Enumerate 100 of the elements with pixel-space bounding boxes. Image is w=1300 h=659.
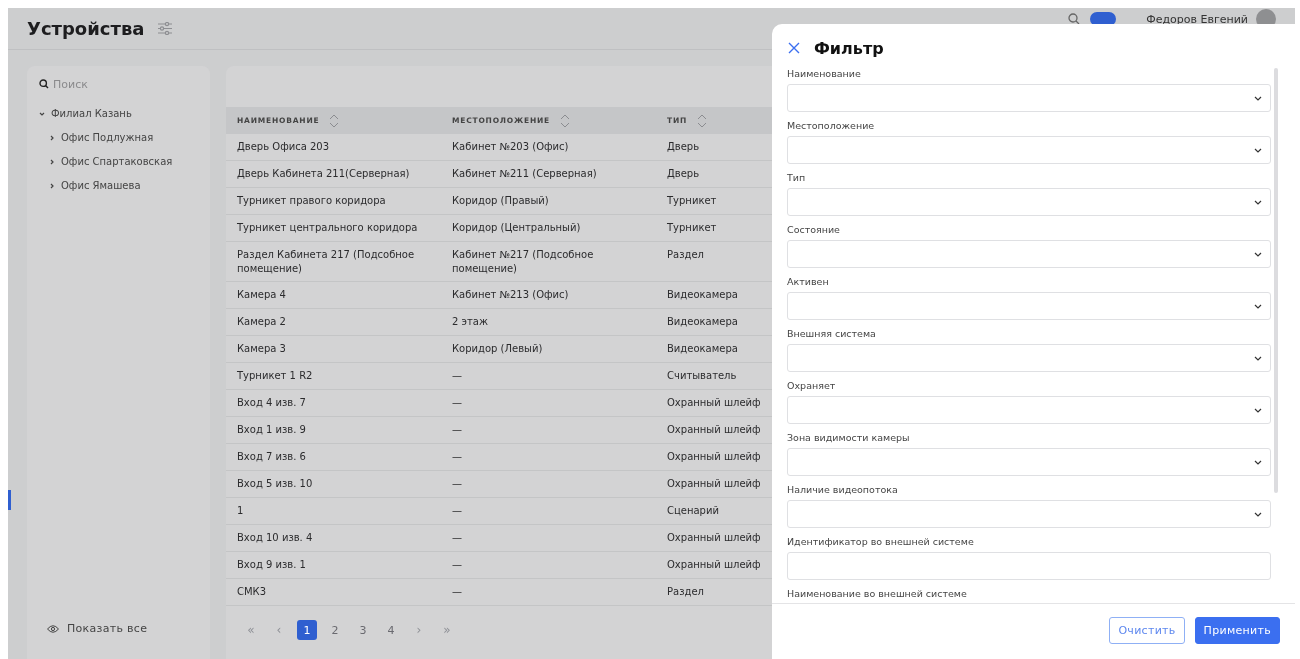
- sort-icon[interactable]: [697, 113, 708, 128]
- chevron-down-icon: [1254, 303, 1262, 309]
- table-cell-text: Камера 4: [236, 288, 287, 302]
- select-field[interactable]: [787, 500, 1271, 528]
- table-cell-text: Вход 9 изв. 1: [236, 558, 307, 572]
- edge-marker: [8, 490, 11, 510]
- table-cell-text: Коридор (Правый): [451, 194, 550, 208]
- table-cell-text: Коридор (Центральный): [451, 221, 582, 235]
- chevron-down-icon: [1254, 459, 1262, 465]
- select-field[interactable]: [787, 188, 1271, 216]
- select-field[interactable]: [787, 344, 1271, 372]
- table-cell-text: Видеокамера: [666, 288, 739, 302]
- select-field[interactable]: [787, 292, 1271, 320]
- table-cell-text: —: [451, 531, 463, 545]
- table-cell-text: Турникет: [666, 194, 718, 208]
- table-cell-text: Вход 1 изв. 9: [236, 423, 307, 437]
- page-button[interactable]: 4: [381, 620, 401, 640]
- tree-item[interactable]: Филиал Казань: [39, 105, 198, 122]
- chevron-down-icon: [1254, 95, 1262, 101]
- table-cell-text: Считыватель: [666, 369, 738, 383]
- input-field[interactable]: [787, 552, 1271, 580]
- page-title: Устройства: [27, 18, 145, 39]
- field-label: Зона видимости камеры: [787, 432, 911, 445]
- table-cell-text: Охранный шлейф: [666, 477, 762, 491]
- chevron-down-icon: [1254, 199, 1262, 205]
- table-cell-text: Дверь: [666, 140, 701, 154]
- table-cell-text: Дверь: [666, 167, 701, 181]
- sliders-icon[interactable]: [158, 22, 173, 35]
- apply-button[interactable]: Применить: [1194, 616, 1280, 644]
- table-cell-text: Охранный шлейф: [666, 396, 762, 410]
- table-cell-text: Охранный шлейф: [666, 531, 762, 545]
- table-cell-text: Кабинет №217 (Подсобное помещение): [451, 248, 595, 276]
- field-label: Тип: [787, 172, 807, 185]
- table-cell-text: Раздел: [666, 248, 705, 262]
- tree-item[interactable]: Офис Спартаковская: [39, 153, 198, 170]
- table-cell-text: Кабинет №203 (Офис): [451, 140, 570, 154]
- table-cell-text: Видеокамера: [666, 315, 739, 329]
- field-label: Идентификатор во внешней системе: [787, 536, 975, 549]
- close-button[interactable]: [788, 41, 802, 56]
- table-cell-text: 1: [236, 504, 245, 518]
- table-cell-text: Вход 5 изв. 10: [236, 477, 314, 491]
- table-cell-text: —: [451, 477, 463, 491]
- sort-icon[interactable]: [329, 113, 340, 128]
- collapsed-caret-icon: [49, 182, 55, 189]
- table-cell-text: 2 этаж: [451, 315, 489, 329]
- table-cell-text: —: [451, 396, 463, 410]
- table-cell-text: СМК3: [236, 585, 268, 599]
- chevron-down-icon: [1254, 511, 1262, 517]
- clear-button[interactable]: Очистить: [1109, 616, 1185, 644]
- table-cell-text: Турникет центрального коридора: [236, 221, 419, 235]
- select-field[interactable]: [787, 240, 1271, 268]
- table-cell-text: Камера 2: [236, 315, 287, 329]
- page-button[interactable]: 3: [353, 620, 373, 640]
- table-cell-text: Турникет правого коридора: [236, 194, 387, 208]
- table-cell-text: Охранный шлейф: [666, 423, 762, 437]
- scrollbar[interactable]: [1274, 68, 1278, 493]
- table-cell-text: —: [451, 504, 463, 518]
- select-field[interactable]: [787, 448, 1271, 476]
- chevron-down-icon: [1254, 251, 1262, 257]
- field-label: Наименование во внешней системе: [787, 588, 968, 601]
- table-cell-text: Раздел: [666, 585, 705, 599]
- table-cell-text: —: [451, 585, 463, 599]
- user-name: Федоров Евгений: [1146, 12, 1248, 26]
- table-cell-text: Вход 4 изв. 7: [236, 396, 307, 410]
- table-cell-text: Вход 7 изв. 6: [236, 450, 307, 464]
- select-field[interactable]: [787, 84, 1271, 112]
- search-field[interactable]: Поиск: [53, 77, 183, 91]
- table-cell-text: Камера 3: [236, 342, 287, 356]
- chevron-down-icon: [1254, 147, 1262, 153]
- chevron-down-icon: [1254, 355, 1262, 361]
- table-cell-text: Турникет 1 R2: [236, 369, 314, 383]
- show-all-button[interactable]: Показать все: [47, 622, 148, 635]
- collapsed-caret-icon: [49, 134, 55, 141]
- page-button[interactable]: 1: [297, 620, 317, 640]
- tree-item[interactable]: Офис Ямашева: [39, 177, 198, 194]
- table-cell-text: —: [451, 369, 463, 383]
- field-label: Охраняет: [787, 380, 837, 393]
- table-cell-text: Вход 10 изв. 4: [236, 531, 314, 545]
- tree-item[interactable]: Офис Подлужная: [39, 129, 198, 146]
- field-label: Внешняя система: [787, 328, 877, 341]
- table-cell-text: Кабинет №211 (Серверная): [451, 167, 598, 181]
- field-label: Наименование: [787, 68, 862, 81]
- search-icon: [39, 79, 49, 89]
- table-cell-text: Турникет: [666, 221, 718, 235]
- expanded-caret-icon: [39, 110, 45, 117]
- collapsed-caret-icon: [49, 158, 55, 165]
- table-cell-text: Охранный шлейф: [666, 450, 762, 464]
- search-icon[interactable]: [1068, 13, 1081, 25]
- table-cell-text: Сценарий: [666, 504, 720, 518]
- drawer-title: Фильтр: [814, 39, 884, 58]
- page-button[interactable]: 2: [325, 620, 345, 640]
- select-field[interactable]: [787, 396, 1271, 424]
- sort-icon[interactable]: [560, 113, 571, 128]
- table-cell-text: Охранный шлейф: [666, 558, 762, 572]
- table-cell-text: Коридор (Левый): [451, 342, 544, 356]
- select-field[interactable]: [787, 136, 1271, 164]
- table-cell-text: Раздел Кабинета 217 (Подсобное помещение): [236, 248, 416, 276]
- table-cell-text: —: [451, 450, 463, 464]
- field-label: Наличие видеопотока: [787, 484, 899, 497]
- eye-icon: [47, 624, 59, 633]
